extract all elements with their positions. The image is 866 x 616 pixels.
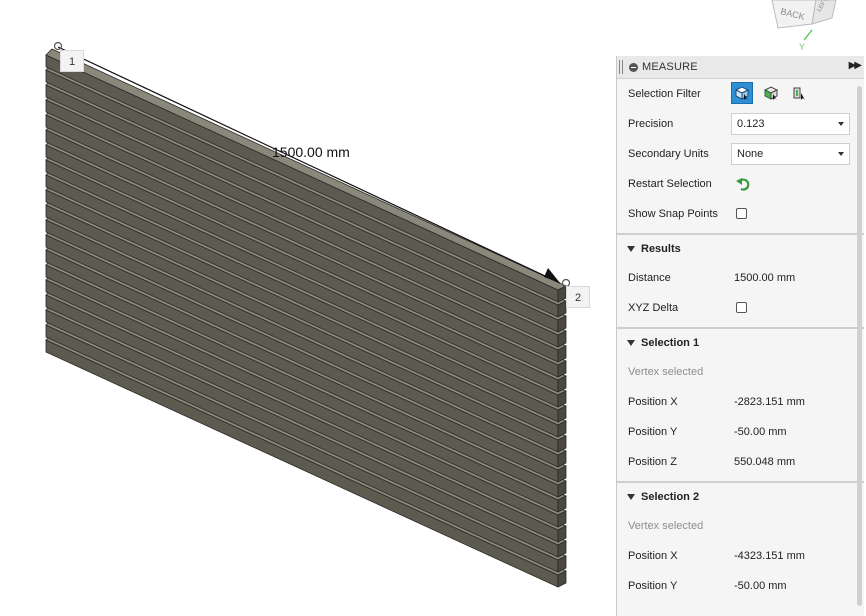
- selection2-status: Vertex selected: [628, 520, 704, 532]
- show-snap-points-label: Show Snap Points: [628, 208, 718, 220]
- vertex-marker-1[interactable]: [53, 41, 63, 51]
- selection2-pos-x-row: Position X -4323.151 mm: [617, 541, 864, 571]
- triangle-down-icon: [627, 494, 635, 500]
- selection1-pos-z-label: Position Z: [628, 456, 677, 468]
- secondary-units-label: Secondary Units: [628, 148, 709, 160]
- slat-group[interactable]: [45, 48, 567, 588]
- results-title: Results: [641, 243, 681, 255]
- filter-face-icon: [763, 86, 779, 100]
- secondary-units-value: None: [737, 148, 764, 160]
- selection1-pos-y-value: -50.00 mm: [734, 426, 787, 438]
- selection1-title: Selection 1: [641, 337, 700, 349]
- panel-title: MEASURE: [642, 61, 698, 73]
- measure-panel: MEASURE ▶▶ Selection Filter Precision 0.…: [616, 56, 864, 616]
- filter-vertex-button[interactable]: [731, 82, 753, 104]
- selection1-status-row: Vertex selected: [617, 357, 864, 387]
- triangle-down-icon: [627, 246, 635, 252]
- selection-filter-row: Selection Filter: [617, 79, 864, 109]
- precision-label: Precision: [628, 118, 674, 130]
- restart-selection-icon[interactable]: [735, 176, 751, 192]
- selection-filter-label: Selection Filter: [628, 88, 701, 100]
- secondary-units-row: Secondary Units None: [617, 139, 864, 169]
- filter-vertex-icon: [734, 86, 750, 100]
- panel-grip-icon[interactable]: [619, 60, 623, 74]
- triangle-down-icon: [627, 340, 635, 346]
- selection1-pos-x-value: -2823.151 mm: [734, 396, 805, 408]
- selection2-pos-y-row: Position Y -50.00 mm: [617, 571, 864, 601]
- distance-row: Distance 1500.00 mm: [617, 263, 864, 293]
- precision-row: Precision 0.123: [617, 109, 864, 139]
- filter-body-button[interactable]: [789, 82, 811, 104]
- restart-selection-label: Restart Selection: [628, 178, 712, 190]
- show-snap-points-checkbox[interactable]: [736, 208, 747, 219]
- distance-label: Distance: [628, 272, 671, 284]
- selection1-pos-y-row: Position Y -50.00 mm: [617, 417, 864, 447]
- selection2-pos-y-value: -50.00 mm: [734, 580, 787, 592]
- selection2-title: Selection 2: [641, 491, 700, 503]
- axis-y-label: Y: [799, 42, 805, 52]
- selection2-pos-x-label: Position X: [628, 550, 678, 562]
- filter-body-icon: [793, 87, 805, 100]
- xyz-delta-checkbox[interactable]: [736, 302, 747, 313]
- selection2-section-header[interactable]: Selection 2: [617, 483, 864, 511]
- selection1-section-header[interactable]: Selection 1: [617, 329, 864, 357]
- selection2-pos-x-value: -4323.151 mm: [734, 550, 805, 562]
- panel-collapse-icon[interactable]: [629, 62, 638, 72]
- chevron-down-icon: [838, 122, 844, 126]
- filter-face-button[interactable]: [760, 82, 782, 104]
- show-snap-points-row: Show Snap Points: [617, 199, 864, 229]
- panel-expand-icon[interactable]: ▶▶: [849, 60, 862, 71]
- xyz-delta-row: XYZ Delta: [617, 293, 864, 323]
- selection1-pos-z-row: Position Z 550.048 mm: [617, 447, 864, 477]
- xyz-delta-label: XYZ Delta: [628, 302, 679, 314]
- selection1-pos-z-value: 550.048 mm: [734, 456, 796, 468]
- selection2-pos-y-label: Position Y: [628, 580, 678, 592]
- panel-scrollbar[interactable]: [857, 86, 862, 606]
- secondary-units-select[interactable]: None: [731, 143, 850, 165]
- selection1-pos-x-label: Position X: [628, 396, 678, 408]
- point-1-label: 1: [60, 50, 84, 72]
- point-2-label: 2: [566, 286, 590, 308]
- results-section-header[interactable]: Results: [617, 235, 864, 263]
- measure-panel-header[interactable]: MEASURE ▶▶: [617, 56, 864, 79]
- restart-selection-row: Restart Selection: [617, 169, 864, 199]
- precision-value: 0.123: [737, 118, 765, 130]
- precision-select[interactable]: 0.123: [731, 113, 850, 135]
- view-cube[interactable]: BACK LEFT Y: [764, 0, 844, 52]
- selection2-status-row: Vertex selected: [617, 511, 864, 541]
- selection1-pos-x-row: Position X -2823.151 mm: [617, 387, 864, 417]
- chevron-down-icon: [838, 152, 844, 156]
- distance-value: 1500.00 mm: [734, 272, 796, 284]
- axis-y-line: [803, 29, 813, 41]
- selection1-status: Vertex selected: [628, 366, 704, 378]
- selection1-pos-y-label: Position Y: [628, 426, 678, 438]
- distance-dimension-text: 1500.00 mm: [272, 144, 350, 160]
- fusion-window: 1 2 1500.00 mm BACK LEFT Y MEASURE ▶▶ Se…: [0, 0, 866, 616]
